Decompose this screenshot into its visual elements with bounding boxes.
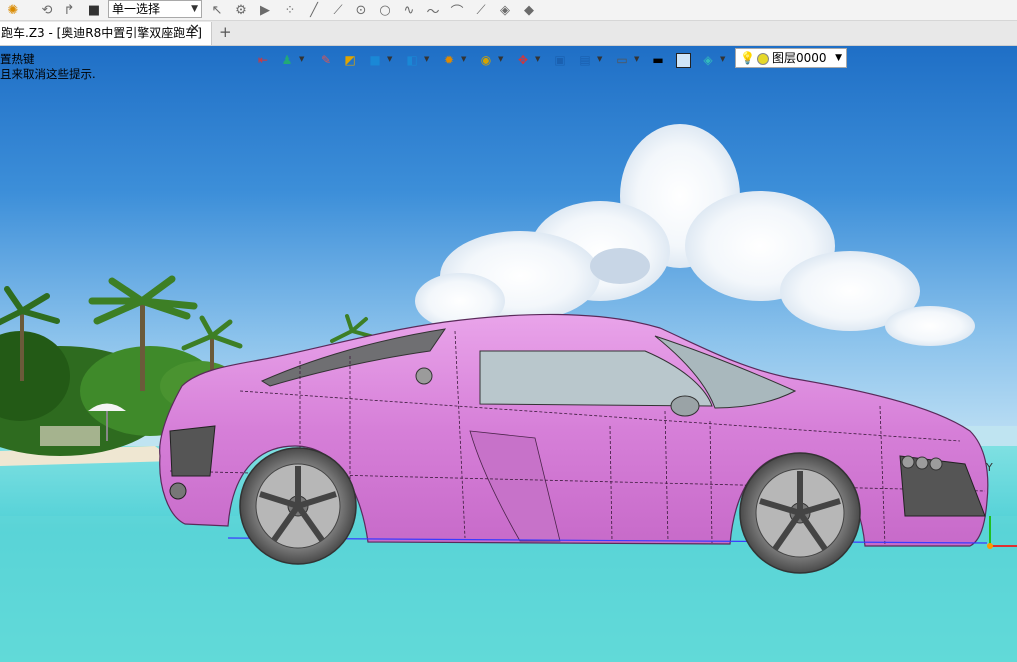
chevron-down-icon[interactable]: ▼: [634, 55, 639, 63]
chevron-down-icon: ▼: [191, 4, 198, 14]
curve-icon[interactable]: 〜: [424, 1, 442, 20]
frame-icon[interactable]: ▣: [551, 51, 569, 69]
segment-icon[interactable]: ⟋: [329, 1, 347, 19]
layer-stack-icon[interactable]: ◈: [699, 51, 717, 69]
layer-status-icon: [757, 53, 769, 65]
line2-icon[interactable]: ⟋: [472, 1, 490, 19]
redo-history-icon[interactable]: ↱: [60, 1, 78, 19]
display-icon[interactable]: ▭: [613, 51, 631, 69]
document-tab-title: 跑车.Z3 - [奥迪R8中置引擎双座跑车]: [1, 26, 202, 40]
spline-icon[interactable]: ∿: [400, 1, 418, 19]
document-tab[interactable]: 跑车.Z3 - [奥迪R8中置引擎双座跑车]: [0, 22, 212, 45]
document-tab-bar: 跑车.Z3 - [奥迪R8中置引擎双座跑车] ✕ +: [0, 21, 1017, 46]
layer-name: 图层0000: [772, 51, 827, 65]
3d-viewport[interactable]: Y 置热键 且来取消这些提示. ⇤ ♟ ▼ ✎ ◩ ■ ▼ ◧ ▼ ✹ ▼ ◉ …: [0, 46, 1017, 662]
chevron-down-icon[interactable]: ▼: [387, 55, 392, 63]
select-mode-value: 单一选择: [112, 2, 161, 16]
line-color-icon[interactable]: ▬: [649, 51, 667, 69]
surface-icon[interactable]: ◈: [496, 1, 514, 19]
views-icon[interactable]: ◧: [403, 51, 421, 69]
circle-icon[interactable]: ⊙: [352, 1, 370, 19]
pan-icon[interactable]: ✥: [514, 51, 532, 69]
new-tab-button[interactable]: +: [219, 23, 232, 41]
chevron-down-icon[interactable]: ▼: [535, 55, 540, 63]
point-icon[interactable]: ⁘: [281, 1, 299, 19]
shade-icon[interactable]: ◩: [341, 51, 359, 69]
chevron-down-icon: ▼: [835, 53, 842, 63]
main-toolbar: ✺ ⟲ ↱ ■ 单一选择 ▼ ↖ ⚙ ▶ ⁘ ╱ ⟋ ⊙ ○ ∿ 〜 ⌒ ⟋ ◈…: [0, 0, 1017, 21]
chevron-down-icon[interactable]: ▼: [498, 55, 503, 63]
pick-arrow-icon[interactable]: ↖: [208, 1, 226, 19]
bulb-icon[interactable]: 💡: [740, 49, 755, 67]
cube-icon[interactable]: ■: [366, 51, 384, 69]
layer-dropdown[interactable]: 💡 图层0000 ▼: [735, 48, 847, 68]
svg-text:Y: Y: [985, 461, 993, 474]
chevron-down-icon[interactable]: ▼: [597, 55, 602, 63]
line-icon[interactable]: ╱: [305, 1, 323, 19]
hint-line-1: 置热键: [0, 52, 35, 66]
select-mode-dropdown[interactable]: 单一选择 ▼: [108, 0, 202, 18]
save-view-icon[interactable]: ▤: [576, 51, 594, 69]
pen-icon[interactable]: ✎: [317, 51, 335, 69]
stop-icon[interactable]: ■: [85, 1, 103, 19]
scene-background: Y: [0, 46, 1017, 662]
view-mode-icon[interactable]: ♟: [278, 51, 296, 69]
circle2-icon[interactable]: ○: [376, 1, 394, 19]
chevron-down-icon[interactable]: ▼: [424, 55, 429, 63]
hint-line-2: 且来取消这些提示.: [0, 67, 96, 81]
close-icon[interactable]: ✕: [189, 22, 200, 37]
undo-history-icon[interactable]: ⟲: [38, 1, 56, 19]
zoom-icon[interactable]: ◉: [477, 51, 495, 69]
rear-wheel: [239, 447, 357, 565]
exit-icon[interactable]: ⇤: [254, 51, 272, 69]
chevron-down-icon[interactable]: ▼: [720, 55, 725, 63]
app-logo-icon[interactable]: ✺: [4, 1, 22, 19]
mesh-icon[interactable]: ◆: [520, 1, 538, 19]
front-wheel: [739, 452, 861, 574]
pick-filter-icon[interactable]: ⚙: [232, 1, 250, 19]
render-icon[interactable]: ✹: [440, 51, 458, 69]
play-icon[interactable]: ▶: [256, 1, 274, 19]
chevron-down-icon[interactable]: ▼: [299, 55, 304, 63]
chevron-down-icon[interactable]: ▼: [461, 55, 466, 63]
arc-icon[interactable]: ⌒: [448, 1, 466, 20]
fill-color-icon[interactable]: [674, 51, 692, 69]
